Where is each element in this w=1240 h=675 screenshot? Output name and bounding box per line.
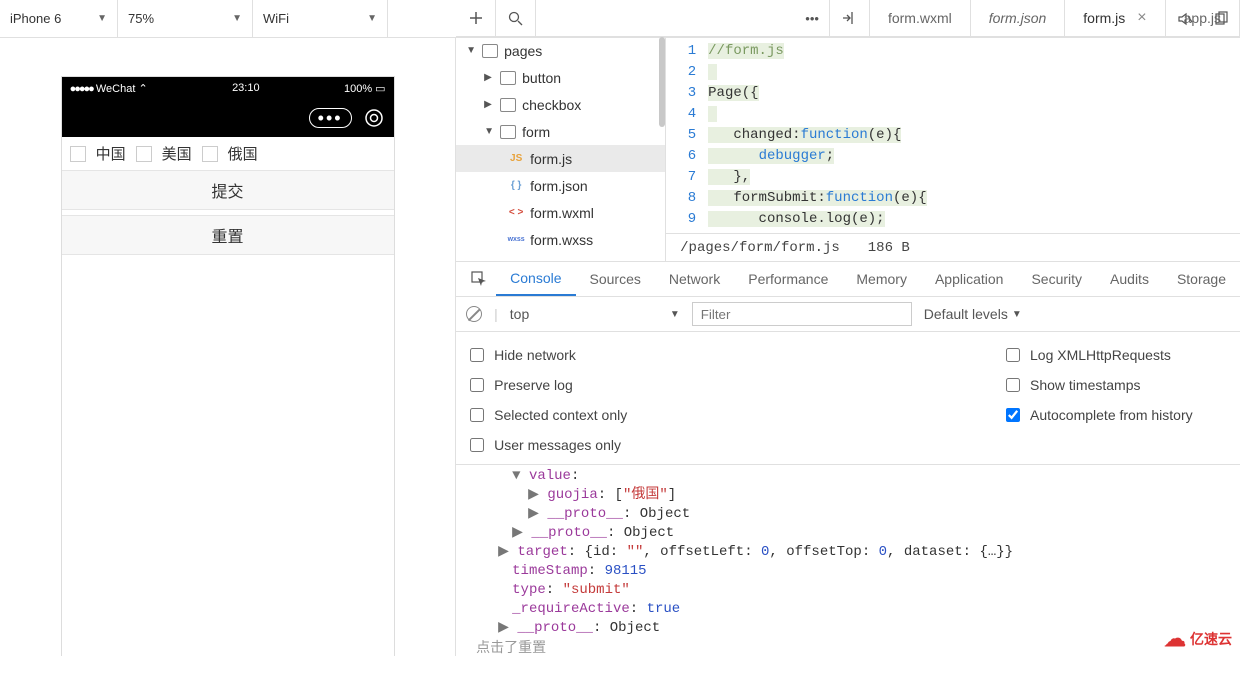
editor-toolbar: ••• form.wxml form.json form.js× app.js [456,0,1240,37]
checkbox[interactable] [136,146,152,162]
check-label: Autocomplete from history [1030,407,1193,423]
file-form-json[interactable]: { }form.json [456,172,665,199]
wifi-icon: ⌃ [138,83,147,95]
more-icon[interactable]: ••• [309,108,352,128]
tab-network[interactable]: Network [655,262,734,295]
file-form-wxml[interactable]: < >form.wxml [456,199,665,226]
tab-storage[interactable]: Storage [1163,262,1240,295]
phone-navbar: ••• [62,99,394,137]
json-icon: { } [508,179,524,193]
device-dropdown[interactable]: iPhone 6 ▼ [0,0,118,37]
file-size: 186 B [868,240,910,256]
network-label: WiFi [263,11,289,26]
file-path: /pages/form/form.js [680,240,840,256]
editor-tabs: form.wxml form.json form.js× app.js [870,0,1240,36]
scrollbar[interactable] [659,37,665,127]
tab-audits[interactable]: Audits [1096,262,1163,295]
show-timestamps-checkbox[interactable] [1006,378,1020,392]
tab-sources[interactable]: Sources [576,262,655,295]
editor-panel: ••• form.wxml form.json form.js× app.js … [455,38,1240,656]
phone-frame: ●●●●● WeChat ⌃ 23:10 100% ▭ ••• 中国 美国 俄国… [61,76,395,656]
chevron-down-icon: ▼ [367,13,377,24]
context-select[interactable]: top▼ [510,306,680,322]
chevron-down-icon: ▼ [232,13,242,24]
folder-icon [500,125,516,139]
folder-button[interactable]: ▶button [456,64,665,91]
device-label: iPhone 6 [10,11,61,26]
folder-form[interactable]: ▼form [456,118,665,145]
checkbox[interactable] [70,146,86,162]
zoom-dropdown[interactable]: 75% ▼ [118,0,253,37]
wxml-icon: < > [508,206,524,220]
check-label: Selected context only [494,407,627,423]
tab-performance[interactable]: Performance [734,262,842,295]
check-label: Show timestamps [1030,377,1140,393]
hide-network-checkbox[interactable] [470,348,484,362]
console-output[interactable]: ▼ value:▶ guojia: ["俄国"]▶ __proto__: Obj… [456,465,1240,656]
tab-memory[interactable]: Memory [842,262,921,295]
cloud-icon: ☁ [1164,626,1186,652]
file-form-js[interactable]: JSform.js [456,145,665,172]
network-dropdown[interactable]: WiFi ▼ [253,0,388,37]
tab-console[interactable]: Console [496,262,575,295]
code-editor[interactable]: 123456789 //form.js Page({ changed:funct… [666,37,1240,261]
checkbox-row: 中国 美国 俄国 [62,137,394,171]
option-label: 美国 [162,143,192,164]
check-label: Hide network [494,347,576,363]
devtools-tabs: Console Sources Network Performance Memo… [456,261,1240,296]
zoom-label: 75% [128,11,154,26]
carrier-label: WeChat [96,83,136,95]
battery-label: 100% [344,83,372,95]
selected-context-checkbox[interactable] [470,408,484,422]
tab-security[interactable]: Security [1017,262,1096,295]
log-xhr-checkbox[interactable] [1006,348,1020,362]
chevron-down-icon: ▼ [97,13,107,24]
simulator-panel: ●●●●● WeChat ⌃ 23:10 100% ▭ ••• 中国 美国 俄国… [0,38,455,656]
option-label: 俄国 [228,143,258,164]
folder-checkbox[interactable]: ▶checkbox [456,91,665,118]
phone-statusbar: ●●●●● WeChat ⌃ 23:10 100% ▭ [62,77,394,99]
reset-button[interactable]: 重置 [62,215,394,255]
time-label: 23:10 [232,82,260,94]
submit-button[interactable]: 提交 [62,170,394,210]
add-icon[interactable] [456,0,496,36]
tab-form-js[interactable]: form.js× [1065,0,1165,36]
levels-select[interactable]: Default levels▼ [924,306,1022,322]
branding-logo: ☁亿速云 [1164,626,1232,652]
filter-input[interactable] [692,302,912,326]
more-icon[interactable]: ••• [536,0,830,36]
js-icon: JS [508,152,524,166]
clear-icon[interactable] [466,306,482,322]
target-icon[interactable] [364,108,384,128]
checkbox[interactable] [202,146,218,162]
wxss-icon: wxss [508,233,524,247]
editor-statusbar: /pages/form/form.js 186 B [666,233,1240,261]
folder-icon [482,44,498,58]
console-settings: Hide network Preserve log Selected conte… [456,332,1240,465]
check-label: User messages only [494,437,621,453]
file-form-wxss[interactable]: wxssform.wxss [456,226,665,253]
option-label: 中国 [96,143,126,164]
user-messages-checkbox[interactable] [470,438,484,452]
tab-app-js[interactable]: app.js [1166,0,1240,36]
close-icon[interactable]: × [1137,9,1146,27]
autocomplete-checkbox[interactable] [1006,408,1020,422]
preserve-log-checkbox[interactable] [470,378,484,392]
check-label: Preserve log [494,377,573,393]
tab-application[interactable]: Application [921,262,1018,295]
code-content[interactable]: //form.js Page({ changed:function(e){ de… [708,37,1240,233]
inspect-icon[interactable] [462,262,496,295]
folder-pages[interactable]: ▼pages [456,37,665,64]
collapse-icon[interactable] [830,0,870,36]
tab-form-json[interactable]: form.json [971,0,1066,36]
file-tree: ▼pages ▶button ▶checkbox ▼form JSform.js… [456,37,666,261]
folder-icon [500,71,516,85]
line-gutter: 123456789 [666,37,708,233]
search-icon[interactable] [496,0,536,36]
tab-form-wxml[interactable]: form.wxml [870,0,971,36]
check-label: Log XMLHttpRequests [1030,347,1171,363]
folder-icon [500,98,516,112]
console-filterbar: | top▼ Default levels▼ [456,297,1240,332]
